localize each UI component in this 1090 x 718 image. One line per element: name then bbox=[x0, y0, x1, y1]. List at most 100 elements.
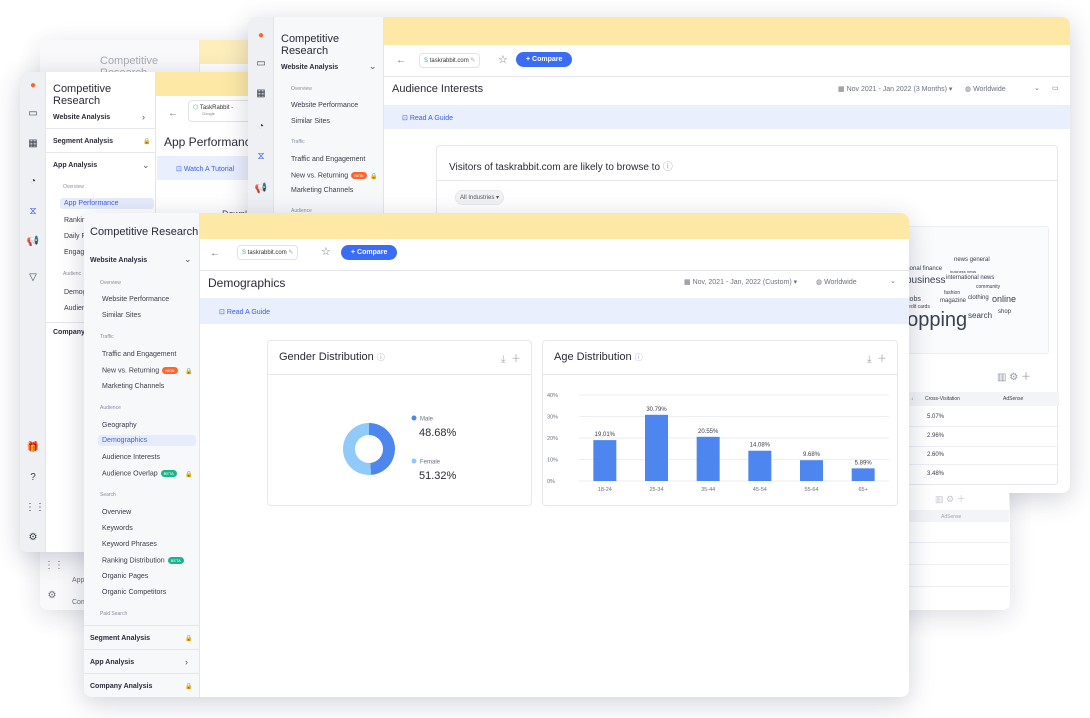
sidebar-item-traffic-engagement[interactable]: Traffic and Engagement bbox=[102, 351, 176, 358]
sidebar-website-analysis[interactable]: Website Analysis bbox=[90, 257, 147, 264]
domain-chip[interactable]: S taskrabbit.com ✎ bbox=[419, 53, 481, 68]
sidebar-segment-analysis[interactable]: Segment Analysis bbox=[53, 138, 113, 145]
age-bar-25-34[interactable] bbox=[645, 414, 668, 481]
settings-icon[interactable]: ⚙ bbox=[1009, 372, 1018, 383]
star-icon[interactable]: ☆ bbox=[321, 245, 331, 258]
edit-icon[interactable]: ✎ bbox=[470, 58, 475, 64]
sidebar-item-organic-competitors[interactable]: Organic Competitors bbox=[102, 589, 166, 596]
star-icon[interactable]: ☆ bbox=[498, 53, 508, 66]
sidebar-item-search-overview[interactable]: Overview bbox=[102, 509, 131, 516]
sidebar-app-analysis[interactable]: App Analysis bbox=[53, 162, 97, 169]
back-settings-icon[interactable]: ⚙ bbox=[44, 590, 60, 601]
favicon-icon: S bbox=[424, 58, 429, 64]
date-range-filter[interactable]: ▦ Nov 2021 - Jan 2022 (3 Months) ▾ bbox=[838, 85, 952, 93]
watch-tutorial-link[interactable]: ⊡ Watch A Tutorial bbox=[176, 165, 234, 173]
back-arrow-icon[interactable]: ← bbox=[396, 55, 406, 66]
sidebar-website-analysis[interactable]: Website Analysis bbox=[53, 114, 110, 121]
megaphone-icon[interactable]: 📢 bbox=[253, 183, 269, 194]
chevron-right-icon[interactable]: › bbox=[142, 112, 145, 122]
calendar-icon[interactable]: ▦ bbox=[25, 138, 41, 149]
age-bar-65+[interactable] bbox=[851, 468, 875, 481]
analytics-icon[interactable]: ◔ bbox=[25, 176, 41, 187]
competitive-icon[interactable]: ⧖ bbox=[25, 206, 41, 217]
sidebar-item-marketing-channels[interactable]: Marketing Channels bbox=[102, 383, 164, 390]
help-icon[interactable]: ? bbox=[25, 472, 41, 483]
date-range-filter[interactable]: ▦ Nov, 2021 - Jan, 2022 (Custom) ▾ bbox=[684, 278, 797, 286]
sidebar-item-similar-sites[interactable]: Similar Sites bbox=[291, 118, 330, 125]
gift-icon[interactable]: 🎁 bbox=[25, 442, 41, 453]
info-icon[interactable]: ⓘ bbox=[663, 162, 673, 173]
projects-icon[interactable]: ▭ bbox=[253, 58, 269, 69]
donut-slice-male[interactable] bbox=[369, 423, 396, 475]
download-icon[interactable]: ⤓ bbox=[867, 354, 871, 365]
chevron-down-icon[interactable]: ⌄ bbox=[369, 61, 377, 72]
add-icon[interactable]: ＋ bbox=[877, 354, 887, 365]
th-adsense[interactable]: AdSense bbox=[1003, 396, 1023, 402]
age-bar-45-54[interactable] bbox=[748, 450, 772, 481]
export-icon[interactable]: ▥ bbox=[997, 372, 1006, 383]
sidebar-item-website-performance[interactable]: Website Performance bbox=[102, 296, 169, 303]
sidebar-item-website-performance[interactable]: Website Performance bbox=[291, 102, 358, 109]
region-filter[interactable]: ◍ Worldwide bbox=[816, 278, 857, 286]
sidebar-item-organic-pages[interactable]: Organic Pages bbox=[102, 573, 148, 580]
sidebar-item-audience-interests[interactable]: Audience Interests bbox=[102, 454, 160, 461]
sidebar-item-geography[interactable]: Geography bbox=[102, 422, 137, 429]
add-icon[interactable]: ＋ bbox=[1021, 372, 1031, 383]
chevron-down-icon[interactable]: ⌄ bbox=[890, 277, 896, 285]
th-cross-visitation[interactable]: Cross-Visitation bbox=[925, 396, 960, 402]
sidebar-item-new-vs-returning[interactable]: New vs. Returning NEW bbox=[102, 367, 178, 374]
megaphone-icon[interactable]: 📢 bbox=[25, 236, 41, 247]
filter-icon[interactable]: ▽ bbox=[25, 272, 41, 283]
chevron-down-icon[interactable]: ⌄ bbox=[142, 160, 150, 171]
age-bar-35-44[interactable] bbox=[696, 436, 720, 481]
compare-button[interactable]: + Compare bbox=[516, 52, 573, 67]
sidebar-item-marketing-channels[interactable]: Marketing Channels bbox=[291, 187, 353, 194]
age-bar-18-24[interactable] bbox=[593, 440, 617, 481]
sidebar-item-demographics[interactable]: Demographics bbox=[98, 435, 196, 446]
sidebar-item-new-vs-returning[interactable]: New vs. Returning NEW bbox=[291, 172, 367, 179]
compare-button[interactable]: + Compare bbox=[341, 245, 398, 260]
chevron-down-icon[interactable]: ⌄ bbox=[184, 254, 192, 265]
chevron-right-icon[interactable]: › bbox=[185, 657, 188, 667]
sort-arrow-icon[interactable]: ↓ bbox=[911, 396, 914, 402]
read-guide-link[interactable]: ⊡ Read A Guide bbox=[219, 308, 270, 316]
analytics-icon[interactable]: ◔ bbox=[253, 121, 269, 132]
sidebar-item-similar-sites[interactable]: Similar Sites bbox=[102, 312, 141, 319]
sidebar-website-analysis[interactable]: Website Analysis bbox=[281, 64, 338, 71]
sidebar-company-analysis[interactable]: Company Analysis bbox=[90, 683, 152, 690]
sidebar-item-keywords[interactable]: Keywords bbox=[102, 525, 133, 532]
lower-th-adsense[interactable]: AdSense bbox=[941, 514, 961, 520]
projects-icon[interactable]: ▭ bbox=[25, 108, 41, 119]
sidebar-item-ranking-distribution[interactable]: Ranking Distribution BETA bbox=[102, 557, 184, 564]
calendar-icon[interactable]: ▦ bbox=[253, 88, 269, 99]
read-guide-link[interactable]: ⊡ Read A Guide bbox=[402, 114, 453, 122]
competitive-icon[interactable]: ⧖ bbox=[253, 151, 269, 162]
info-icon[interactable]: ⓘ bbox=[635, 353, 643, 362]
settings-icon[interactable]: ⚙ bbox=[25, 532, 41, 543]
age-bar-55-64[interactable] bbox=[800, 460, 823, 481]
chevron-down-icon[interactable]: ⌄ bbox=[1034, 84, 1040, 92]
back-arrow-icon[interactable]: ← bbox=[210, 248, 220, 259]
back-grid-icon[interactable]: ⋮⋮ bbox=[44, 560, 64, 571]
sidebar-app-analysis[interactable]: App Analysis bbox=[90, 659, 134, 666]
app-sidebar-title: Competitive Research bbox=[53, 83, 112, 107]
device-icon[interactable]: ▭ bbox=[1052, 84, 1059, 92]
back-footer-item-app[interactable]: App bbox=[72, 577, 84, 584]
download-icon[interactable]: ⤓ bbox=[501, 354, 505, 365]
legend-male-dot bbox=[411, 415, 417, 421]
add-icon[interactable]: ＋ bbox=[511, 354, 521, 365]
sidebar-segment-analysis[interactable]: Segment Analysis bbox=[90, 635, 150, 642]
sidebar-item-audience-overlap[interactable]: Audience Overlap BETA bbox=[102, 470, 177, 477]
donut-slice-female[interactable] bbox=[343, 423, 372, 475]
region-filter[interactable]: ◍ Worldwide bbox=[965, 85, 1006, 93]
edit-icon[interactable]: ✎ bbox=[288, 250, 293, 256]
domain-chip[interactable]: S taskrabbit.com ✎ bbox=[237, 245, 299, 260]
apps-grid-icon[interactable]: ⋮⋮ bbox=[25, 502, 45, 513]
back-arrow-icon[interactable]: ← bbox=[168, 108, 178, 119]
sidebar-item-ranking[interactable]: Rankin bbox=[64, 217, 86, 224]
sidebar-item-keyword-phrases[interactable]: Keyword Phrases bbox=[102, 541, 157, 548]
sidebar-item-traffic-engagement[interactable]: Traffic and Engagement bbox=[291, 156, 365, 163]
info-icon[interactable]: ⓘ bbox=[377, 353, 385, 362]
industries-dropdown[interactable]: All Industries ▾ bbox=[455, 190, 505, 205]
sidebar-item-app-performance[interactable]: App Performance bbox=[60, 198, 154, 209]
